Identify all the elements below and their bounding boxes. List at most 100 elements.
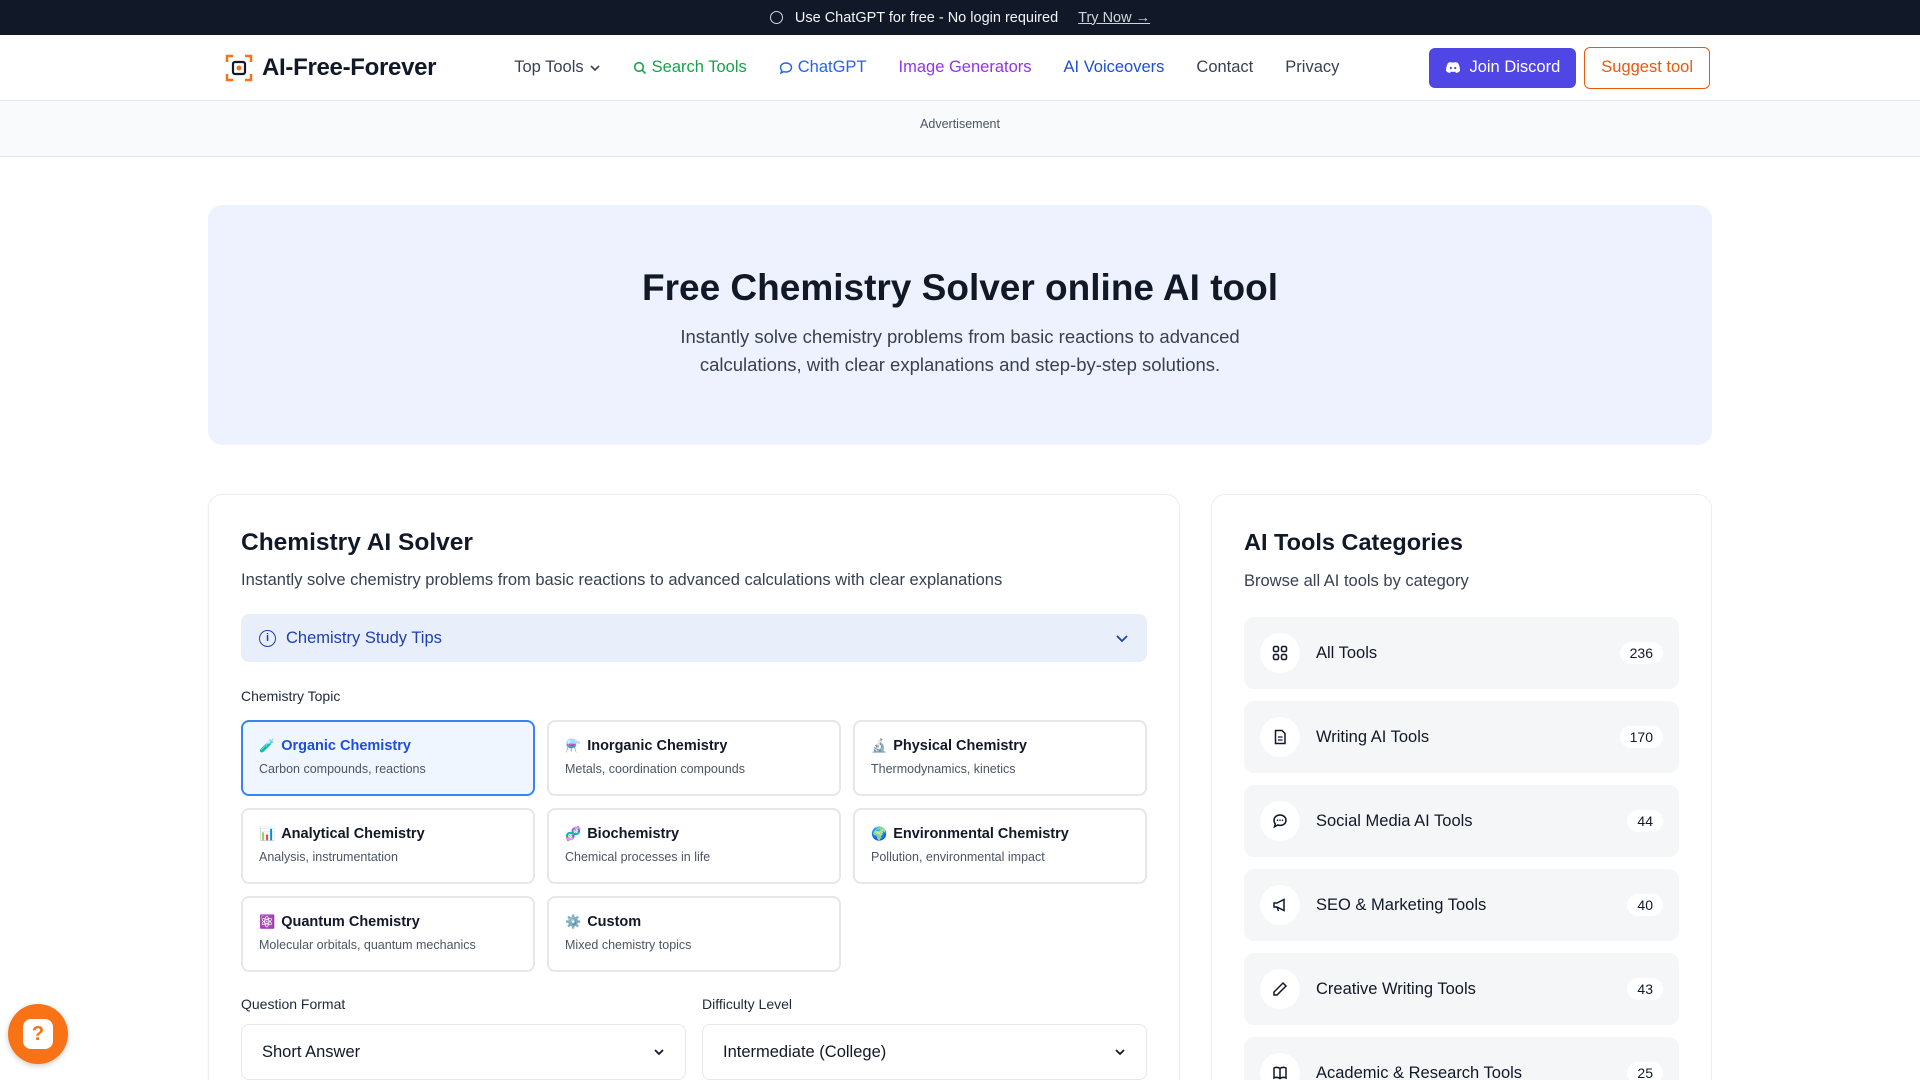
page-title: Free Chemistry Solver online AI tool	[642, 267, 1278, 308]
category-name: Academic & Research Tools	[1316, 1063, 1523, 1080]
topic-description: Molecular orbitals, quantum mechanics	[259, 938, 476, 952]
join-discord-button[interactable]: Join Discord	[1429, 47, 1577, 88]
atom-icon: ⚛️	[259, 914, 276, 929]
book-icon	[1260, 1053, 1300, 1080]
study-tips-accordion[interactable]: i Chemistry Study Tips	[241, 614, 1147, 662]
dna-icon: 🧬	[565, 826, 582, 841]
category-seo-marketing[interactable]: SEO & Marketing Tools 40	[1244, 869, 1679, 941]
chevron-down-icon	[590, 64, 600, 71]
topic-title: Environmental Chemistry	[893, 826, 1069, 842]
solver-title: Chemistry AI Solver	[241, 529, 473, 556]
topic-title: Quantum Chemistry	[281, 914, 420, 930]
topic-description: Metals, coordination compounds	[565, 762, 745, 776]
topic-inorganic[interactable]: ⚗️ Inorganic Chemistry Metals, coordinati…	[547, 720, 841, 796]
category-academic-research[interactable]: Academic & Research Tools 25	[1244, 1037, 1679, 1080]
microscope-icon: 🔬	[871, 738, 888, 753]
hero-description-line-1: Instantly solve chemistry problems from …	[680, 326, 1240, 347]
solver-subtitle: Instantly solve chemistry problems from …	[241, 571, 1003, 589]
topic-description: Thermodynamics, kinetics	[871, 762, 1016, 776]
nav-privacy[interactable]: Privacy	[1285, 58, 1339, 77]
nav-image-generators-label: Image Generators	[898, 58, 1032, 76]
topic-description: Mixed chemistry topics	[565, 938, 692, 952]
promo-banner: Use ChatGPT for free - No login required…	[0, 0, 1920, 35]
category-name: Writing AI Tools	[1316, 727, 1430, 746]
megaphone-icon	[1260, 885, 1300, 925]
nav-contact-label: Contact	[1196, 58, 1254, 76]
topic-title: Physical Chemistry	[893, 738, 1027, 754]
question-icon: ?	[23, 1019, 53, 1049]
category-count: 40	[1627, 894, 1663, 916]
topic-organic[interactable]: 🧪 Organic Chemistry Carbon compounds, rea…	[241, 720, 535, 796]
suggest-tool-button[interactable]: Suggest tool	[1584, 46, 1710, 89]
difficulty-level-field: Difficulty Level Intermediate (College)	[702, 996, 1147, 1080]
hero-description: Instantly solve chemistry problems from …	[208, 323, 1712, 379]
nav-top-tools[interactable]: Top Tools	[514, 58, 600, 77]
topic-biochemistry[interactable]: 🧬 Biochemistry Chemical processes in life	[547, 808, 841, 884]
category-name: Creative Writing Tools	[1316, 979, 1476, 998]
hero-section: Free Chemistry Solver online AI tool Ins…	[208, 205, 1712, 445]
chevron-down-icon	[654, 1049, 664, 1056]
topic-physical[interactable]: 🔬 Physical Chemistry Thermodynamics, kine…	[853, 720, 1147, 796]
topic-custom[interactable]: ⚙️ Custom Mixed chemistry topics	[547, 896, 841, 972]
bar-chart-icon: 📊	[259, 826, 276, 841]
chemistry-solver-card: Chemistry AI Solver Instantly solve chem…	[208, 494, 1180, 1080]
category-creative-writing[interactable]: Creative Writing Tools 43	[1244, 953, 1679, 1025]
info-icon: i	[259, 629, 276, 647]
hero-description-line-2: calculations, with clear explanations an…	[699, 354, 1221, 375]
categories-card: AI Tools Categories Browse all AI tools …	[1211, 494, 1712, 1080]
nav-privacy-label: Privacy	[1285, 58, 1340, 76]
topic-environmental[interactable]: 🌍 Environmental Chemistry Pollution, envi…	[853, 808, 1147, 884]
nav-links: Top Tools Search Tools ChatGPT Image Gen…	[514, 58, 1425, 77]
chat-bubble-icon	[769, 11, 783, 24]
brand-logo[interactable]: AI-Free-Forever	[224, 53, 437, 83]
nav-chatgpt[interactable]: ChatGPT	[779, 58, 867, 77]
categories-title: AI Tools Categories	[1244, 529, 1463, 555]
category-writing[interactable]: Writing AI Tools 170	[1244, 701, 1679, 773]
topic-label: Chemistry Topic	[241, 688, 341, 704]
topic-quantum[interactable]: ⚛️ Quantum Chemistry Molecular orbitals, …	[241, 896, 535, 972]
category-count: 236	[1619, 642, 1663, 664]
nav-contact[interactable]: Contact	[1196, 58, 1253, 77]
category-count: 170	[1619, 726, 1663, 748]
document-icon	[1260, 717, 1300, 757]
chevron-down-icon	[1116, 635, 1128, 643]
nav-ai-voiceovers[interactable]: AI Voiceovers	[1064, 58, 1165, 77]
topic-title: Analytical Chemistry	[281, 826, 425, 842]
banner-text: Use ChatGPT for free - No login required	[794, 9, 1059, 26]
chat-icon	[1260, 801, 1300, 841]
topic-title: Biochemistry	[587, 826, 680, 842]
nav-ai-voiceovers-label: AI Voiceovers	[1063, 58, 1165, 76]
difficulty-level-select[interactable]: Intermediate (College)	[702, 1024, 1147, 1080]
difficulty-level-value: Intermediate (College)	[723, 1042, 887, 1061]
join-discord-label: Join Discord	[1469, 58, 1561, 76]
categories-subtitle: Browse all AI tools by category	[1244, 572, 1469, 590]
search-icon	[633, 61, 646, 74]
flask-icon: ⚗️	[565, 738, 582, 753]
topic-analytical[interactable]: 📊 Analytical Chemistry Analysis, instrume…	[241, 808, 535, 884]
advertisement-label: Advertisement	[920, 117, 1000, 131]
chevron-down-icon	[1115, 1049, 1125, 1056]
topic-title: Inorganic Chemistry	[587, 738, 728, 754]
category-social-media[interactable]: Social Media AI Tools 44	[1244, 785, 1679, 857]
try-now-link[interactable]: Try Now →	[1078, 10, 1150, 26]
category-list: All Tools 236 Writing AI Tools 170 Socia…	[1244, 617, 1679, 1080]
question-format-label: Question Format	[241, 996, 346, 1012]
nav-image-generators[interactable]: Image Generators	[899, 58, 1032, 77]
category-name: SEO & Marketing Tools	[1316, 895, 1487, 914]
chat-bubble-icon	[779, 61, 792, 74]
advertisement-slot: Advertisement	[0, 101, 1920, 157]
gear-icon: ⚙️	[565, 914, 582, 929]
suggest-tool-label: Suggest tool	[1601, 58, 1693, 76]
nav-search-tools[interactable]: Search Tools	[633, 58, 747, 77]
options-row: Question Format Short Answer Difficulty …	[241, 996, 1147, 1080]
question-format-select[interactable]: Short Answer	[241, 1024, 686, 1080]
logo-icon	[225, 54, 253, 81]
test-tube-icon: 🧪	[259, 738, 276, 753]
help-button[interactable]: ?	[8, 1004, 68, 1064]
brand-name: AI-Free-Forever	[262, 53, 437, 81]
main-nav: AI-Free-Forever Top Tools Search Tools C…	[0, 35, 1920, 101]
nav-chatgpt-label: ChatGPT	[797, 58, 867, 76]
category-all-tools[interactable]: All Tools 236	[1244, 617, 1679, 689]
category-name: All Tools	[1316, 643, 1378, 662]
topic-description: Analysis, instrumentation	[259, 850, 398, 864]
